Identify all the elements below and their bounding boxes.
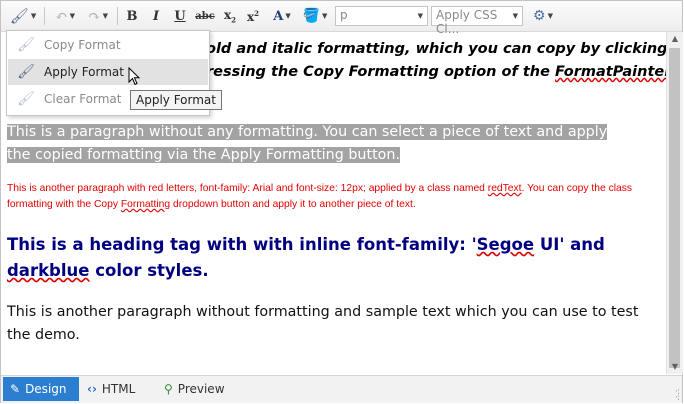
subscript-icon: x2 xyxy=(223,7,237,25)
copy-format-icon: 🖌 xyxy=(17,37,35,53)
red-text: dropdown button and apply it to another … xyxy=(170,199,416,210)
chevron-down-icon: ▼ xyxy=(417,12,423,20)
red-text: Formatting xyxy=(120,199,171,210)
bold-icon: B xyxy=(126,8,138,24)
red-text: This is another paragraph with red lette… xyxy=(7,183,488,194)
vertical-scrollbar[interactable]: ▲ ▼ xyxy=(666,32,683,374)
scroll-down-icon[interactable]: ▼ xyxy=(667,360,683,374)
code-icon: ‹› xyxy=(87,382,97,396)
tab-html-label: HTML xyxy=(101,382,136,396)
bold-button[interactable]: B xyxy=(122,5,142,27)
selected-text: This is a paragraph without any formatti… xyxy=(7,124,608,163)
toolbar: 🖌 ▼ ↶ ▼ ↷ ▼ B I U abc x2 x2 A ▼ 🪣 ▼ p ▼ Apply… xyxy=(1,1,682,36)
edit-mode-bar: ✎ Design ‹› HTML ⚲ Preview ·: ·: xyxy=(1,375,682,403)
superscript-icon: x2 xyxy=(246,8,260,24)
rich-text-editor: 🖌 ▼ ↶ ▼ ↷ ▼ B I U abc x2 x2 A ▼ 🪣 ▼ p ▼ Apply… xyxy=(0,0,683,403)
formatted-paragraph-line-2: ressing the Copy Formatting option of th… xyxy=(206,61,666,84)
heading-text: color styles. xyxy=(89,261,209,280)
plain-paragraph-selected[interactable]: This is a paragraph without any formatti… xyxy=(7,121,627,167)
tools-icon: ⚙ xyxy=(533,8,546,24)
chevron-down-icon: ▼ xyxy=(322,12,328,20)
strikethrough-button[interactable]: abc xyxy=(193,5,217,27)
formatpainter-text: FormatPainter xyxy=(554,64,666,80)
tab-preview-label: Preview xyxy=(177,382,225,396)
undo-icon: ↶ xyxy=(55,7,68,25)
tab-html[interactable]: ‹› HTML xyxy=(87,377,151,401)
tab-design[interactable]: ✎ Design xyxy=(3,377,79,401)
font-color-button[interactable]: A ▼ xyxy=(267,5,297,27)
clear-format-icon: 🖌 xyxy=(17,91,35,107)
format-painter-icon: 🖌 xyxy=(9,7,29,25)
chevron-down-icon: ▼ xyxy=(285,12,291,20)
tooltip: Apply Format xyxy=(130,90,222,110)
menu-item-label: Clear Format xyxy=(44,92,122,106)
red-text-paragraph[interactable]: This is another paragraph with red lette… xyxy=(7,181,657,213)
heading-text: This is a heading tag with with inline f… xyxy=(7,235,477,254)
separator xyxy=(117,7,118,25)
chevron-down-icon: ▼ xyxy=(512,12,518,20)
heading-text: darkblue xyxy=(7,261,90,280)
tab-design-label: Design xyxy=(25,382,67,396)
menu-item-label: Copy Format xyxy=(44,38,121,52)
italic-icon: I xyxy=(152,8,160,24)
subscript-button[interactable]: x2 xyxy=(220,5,240,27)
menu-item-copy-format[interactable]: 🖌 Copy Format xyxy=(8,32,208,58)
underline-icon: U xyxy=(174,8,186,24)
superscript-button[interactable]: x2 xyxy=(243,5,263,27)
heading-text: UI' and xyxy=(534,235,605,254)
chevron-down-icon: ▼ xyxy=(102,12,108,20)
italic-button[interactable]: I xyxy=(146,5,166,27)
magnifier-icon: ⚲ xyxy=(164,382,173,396)
chevron-down-icon: ▼ xyxy=(30,12,37,20)
menu-item-apply-format[interactable]: 🖌 Apply Format xyxy=(8,59,208,85)
chevron-down-icon: ▼ xyxy=(547,12,553,20)
red-text: redText xyxy=(487,183,522,194)
underline-button[interactable]: U xyxy=(170,5,190,27)
paragraph-style-value: p xyxy=(340,8,348,22)
tab-preview[interactable]: ⚲ Preview xyxy=(164,377,236,401)
strikethrough-icon: abc xyxy=(195,10,215,22)
formatted-paragraph[interactable]: old and italic formatting, which you can… xyxy=(206,38,666,84)
heading-text: Segoe xyxy=(476,235,535,254)
resize-grip-icon[interactable]: ·: ·: xyxy=(675,388,680,403)
font-color-icon: A xyxy=(273,8,284,24)
apply-format-icon: 🖌 xyxy=(17,64,35,80)
redo-icon: ↷ xyxy=(88,7,101,25)
formatted-text: ressing the Copy Formatting option of th… xyxy=(206,64,555,80)
separator xyxy=(44,7,45,25)
menu-item-label: Apply Format xyxy=(44,65,124,79)
chevron-down-icon: ▼ xyxy=(69,12,75,20)
pencil-icon: ✎ xyxy=(10,382,21,396)
paragraph-style-combo[interactable]: p ▼ xyxy=(335,6,428,26)
darkblue-heading[interactable]: This is a heading tag with with inline f… xyxy=(7,232,657,284)
redo-button[interactable]: ↷ ▼ xyxy=(83,5,113,27)
sample-paragraph[interactable]: This is another paragraph without format… xyxy=(7,301,657,347)
scrollbar-thumb[interactable] xyxy=(669,48,680,368)
mouse-cursor-icon xyxy=(128,67,141,86)
background-color-button[interactable]: 🪣 ▼ xyxy=(299,5,331,27)
undo-button[interactable]: ↶ ▼ xyxy=(50,5,80,27)
format-painter-button[interactable]: 🖌 ▼ xyxy=(5,5,41,27)
formatted-paragraph-line-1: old and italic formatting, which you can… xyxy=(206,41,666,57)
paint-bucket-icon: 🪣 xyxy=(302,8,321,24)
tools-button[interactable]: ⚙ ▼ xyxy=(528,5,558,27)
scroll-up-icon[interactable]: ▲ xyxy=(667,32,683,46)
css-class-combo[interactable]: Apply CSS Cl... ▼ xyxy=(431,6,523,36)
